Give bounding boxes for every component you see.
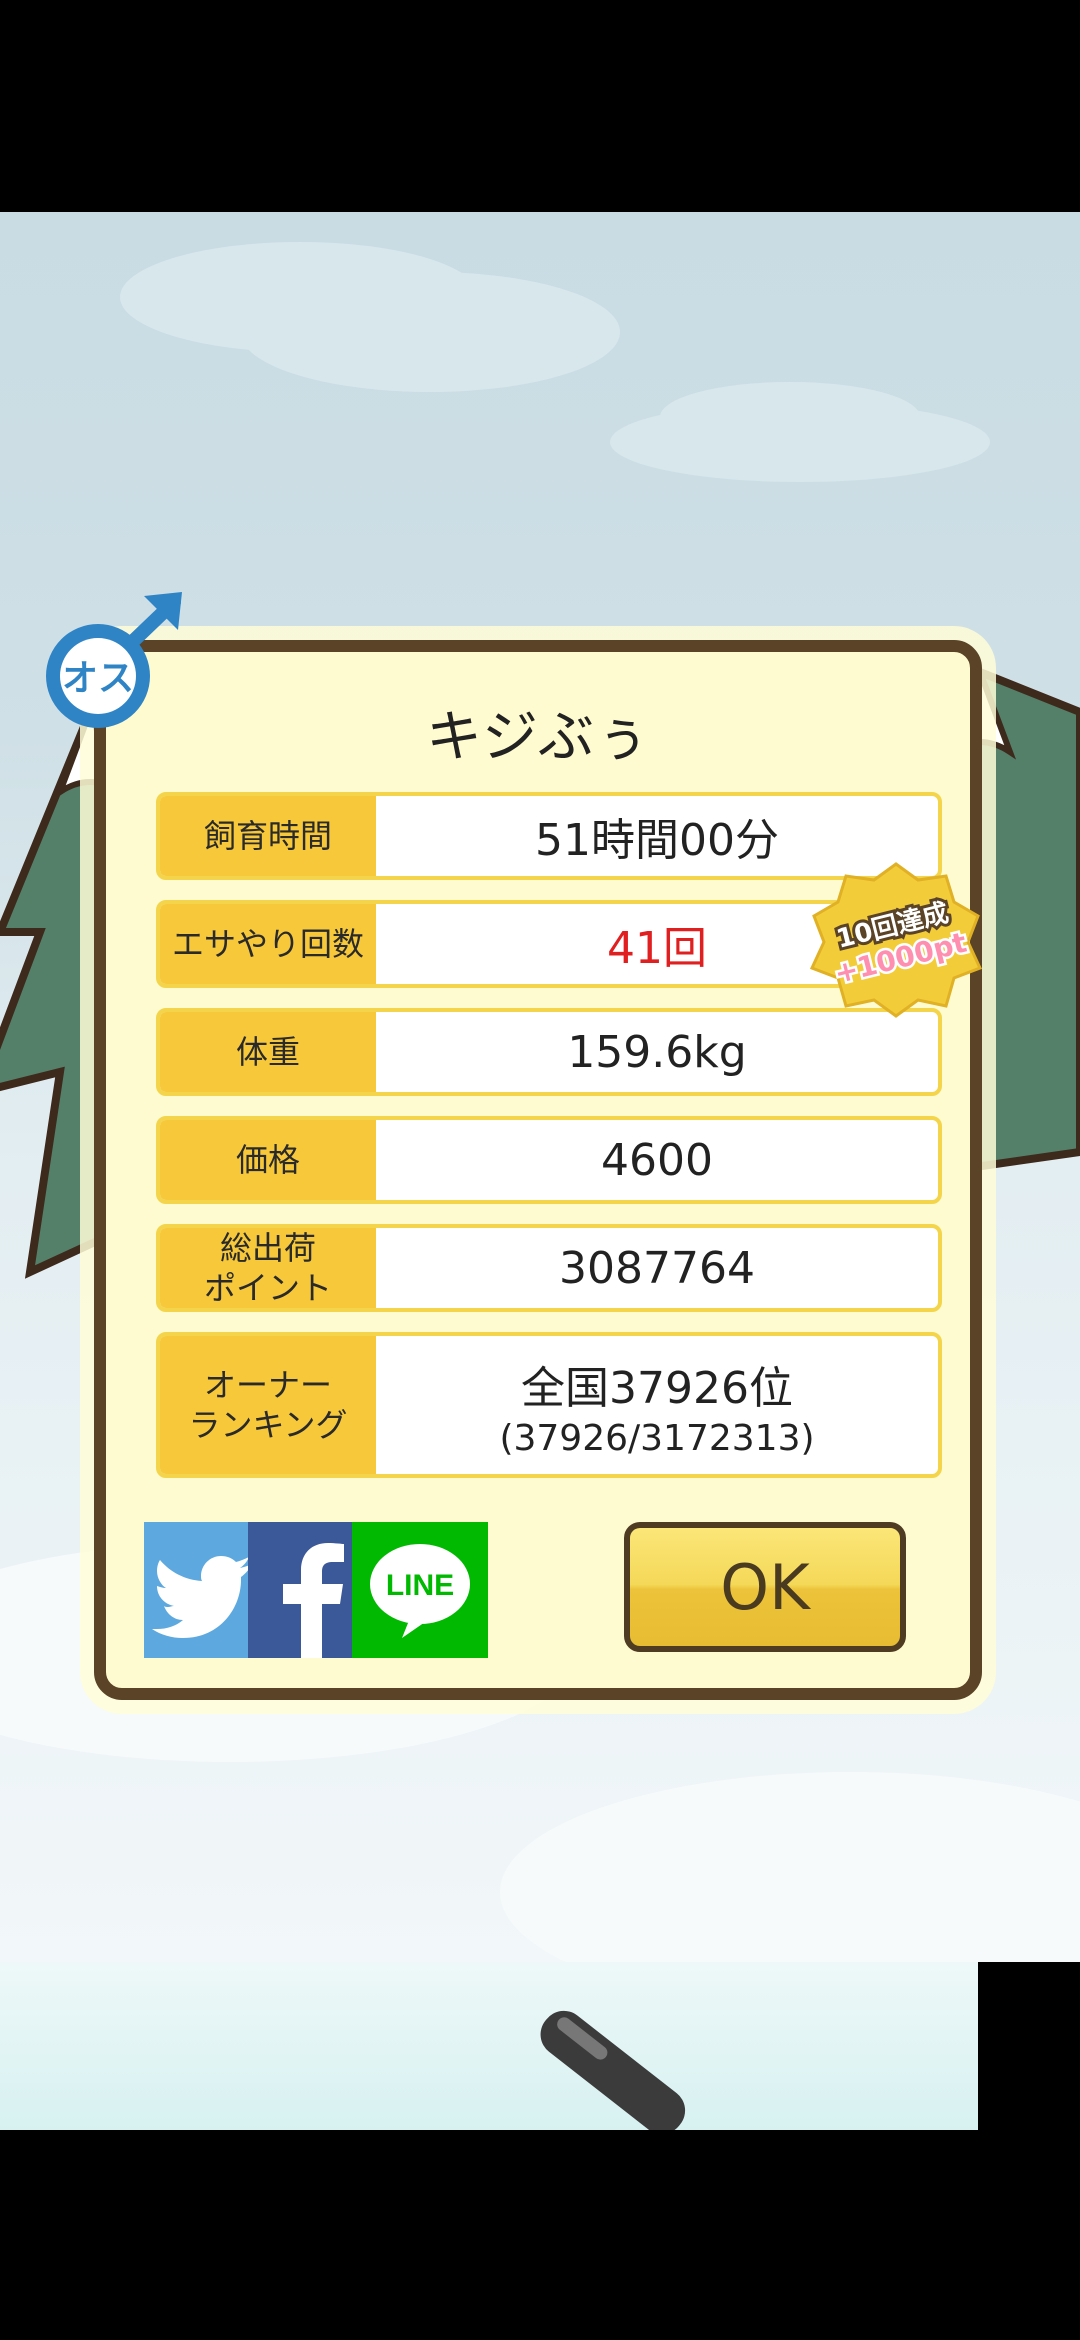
male-badge: オス [34,584,194,734]
stat-value: 3087764 [559,1242,755,1294]
stat-label: 体重 [160,1012,376,1092]
stat-value: 4600 [601,1134,713,1186]
pig-status-dialog: キジぶぅ 飼育時間 51時間00分 エサやり回数 41回 体重 159.6kg … [94,640,982,1700]
ranking-detail: (37926/3172313) [499,1417,815,1459]
line-icon: LINE [370,1544,470,1638]
stat-label: 価格 [160,1120,376,1200]
stat-value: 159.6kg [567,1026,747,1078]
stat-row-total-points: 総出荷 ポイント 3087764 [156,1224,942,1312]
svg-text:オス: オス [62,658,134,699]
stat-label: 飼育時間 [160,796,376,876]
ok-button[interactable]: OK [624,1522,906,1652]
pig-name-title: キジぶぅ [426,705,650,770]
stat-label: エサやり回数 [160,904,376,984]
stat-value: 全国37926位 (37926/3172313) [499,1362,815,1459]
achievement-badge: 10回達成 +1000pt [808,860,984,1020]
ground-strip [0,1962,978,2130]
stat-label: オーナー ランキング [160,1336,376,1474]
stat-row-weight: 体重 159.6kg [156,1008,942,1096]
svg-text:LINE: LINE [386,1569,454,1602]
stat-row-price: 価格 4600 [156,1116,942,1204]
male-symbol-icon: オス [46,592,182,728]
line-share-button[interactable]: LINE [352,1522,488,1658]
stat-row-owner-ranking: オーナー ランキング 全国37926位 (37926/3172313) [156,1332,942,1478]
stat-label: 総出荷 ポイント [160,1228,376,1308]
pig-tail-icon [540,2010,686,2130]
